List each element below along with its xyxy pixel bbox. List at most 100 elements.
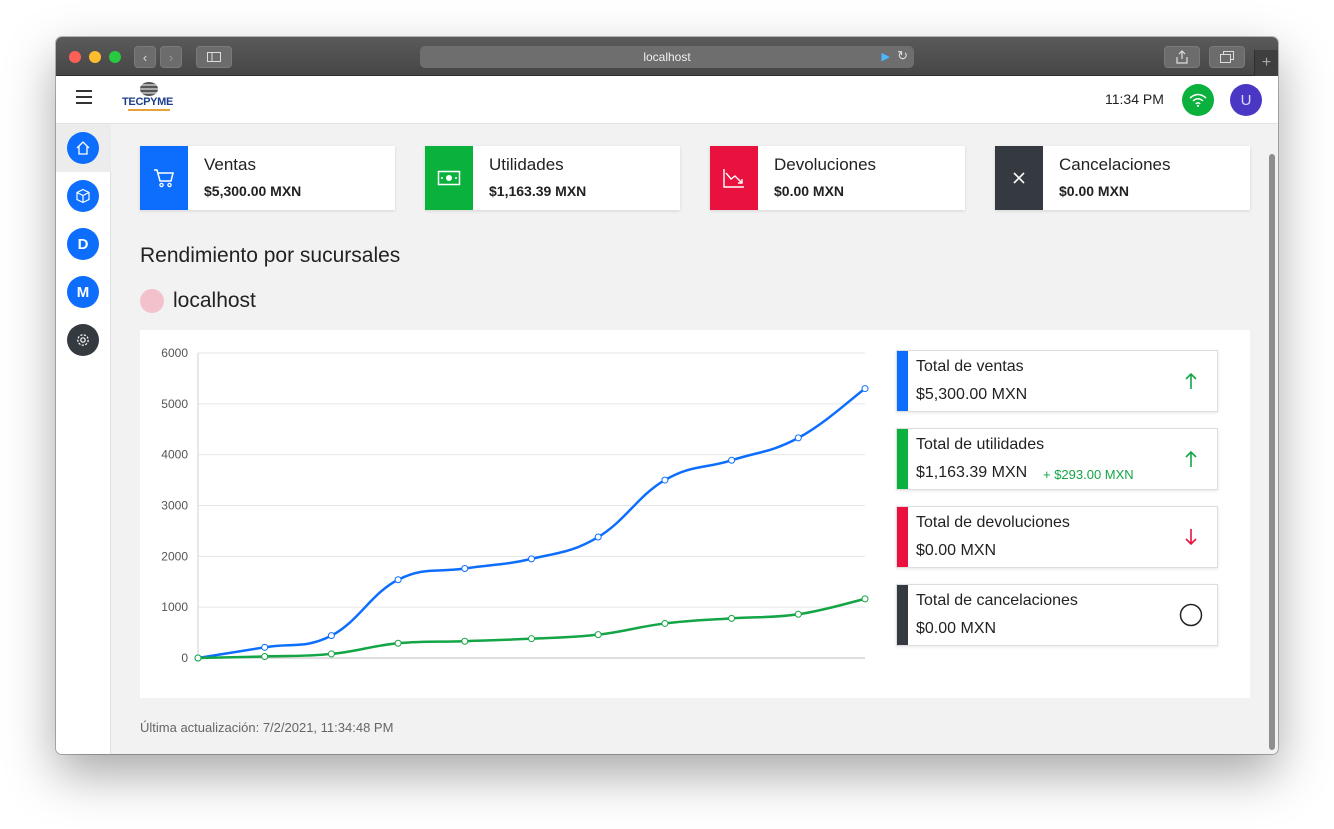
- stat-label: Cancelaciones: [1059, 155, 1171, 174]
- back-icon[interactable]: ‹: [134, 46, 156, 68]
- minimize-window-button[interactable]: [89, 51, 101, 63]
- total-card-label: Total de ventas: [916, 358, 1024, 375]
- cart-icon: [140, 146, 188, 210]
- sidebar-item-products[interactable]: [67, 180, 99, 212]
- total-card-color-bar: [897, 429, 908, 489]
- tabs-overview-icon[interactable]: [1209, 46, 1245, 68]
- zoom-window-button[interactable]: [109, 51, 121, 63]
- stat-card-devoluciones[interactable]: Devoluciones $0.00 MXN: [710, 146, 965, 210]
- total-card-ventas: Total de ventas $5,300.00 MXN: [896, 350, 1218, 412]
- data-point: [461, 565, 469, 573]
- box-icon: [76, 188, 90, 204]
- section-title: Rendimiento por sucursales: [140, 244, 401, 267]
- total-card-value: $0.00 MXN: [916, 542, 997, 559]
- arrow-up-icon: [1179, 369, 1203, 393]
- data-point: [861, 595, 869, 603]
- data-point: [528, 635, 535, 643]
- stat-value: $0.00 MXN: [774, 183, 845, 199]
- sidebar-nav: D M: [56, 124, 111, 754]
- cash-icon: [425, 146, 473, 210]
- total-card-label: Total de cancelaciones: [916, 592, 1078, 609]
- page-scrollbar[interactable]: [1266, 124, 1278, 754]
- y-tick-label: 5000: [161, 397, 188, 411]
- stat-value: $1,163.39 MXN: [489, 183, 587, 199]
- total-card-devoluciones: Total de devoluciones $0.00 MXN: [896, 506, 1218, 568]
- branch-header: localhost: [140, 287, 256, 315]
- browser-titlebar: ‹ › localhost ▶ ↻ +: [56, 37, 1278, 76]
- total-card-cancelaciones: Total de cancelaciones $0.00 MXN: [896, 584, 1218, 646]
- data-point: [327, 650, 335, 658]
- forward-icon[interactable]: ›: [160, 46, 182, 68]
- data-point: [861, 385, 869, 393]
- gear-icon: [77, 334, 89, 346]
- stat-card-utilidades[interactable]: Utilidades $1,163.39 MXN: [425, 146, 680, 210]
- y-tick-label: 2000: [161, 549, 188, 563]
- data-point: [594, 533, 602, 541]
- data-point: [661, 476, 669, 484]
- data-point: [394, 576, 402, 584]
- total-card-color-bar: [897, 585, 908, 645]
- data-point: [261, 643, 269, 651]
- speaker-icon[interactable]: ▶: [882, 50, 890, 63]
- data-point: [728, 614, 736, 622]
- total-card-label: Total de utilidades: [916, 436, 1045, 453]
- new-tab-icon[interactable]: +: [1254, 50, 1278, 76]
- total-card-utilidades: Total de utilidades $1,163.39 MXN + $293…: [896, 428, 1218, 490]
- data-point: [728, 456, 736, 464]
- data-point: [461, 637, 469, 645]
- total-card-value: $0.00 MXN: [916, 620, 997, 637]
- clock-text: 11:34 PM: [1105, 91, 1164, 107]
- data-point: [661, 619, 669, 627]
- share-icon[interactable]: [1164, 46, 1200, 68]
- sidebar-item-settings[interactable]: [67, 324, 99, 356]
- sales-line-chart: 0 1000 2000 3000 4000 5000 6000: [161, 346, 869, 665]
- branch-color-dot: [140, 289, 164, 313]
- stat-label: Utilidades: [489, 155, 564, 174]
- address-bar[interactable]: localhost ▶ ↻: [420, 46, 914, 68]
- y-tick-label: 4000: [161, 448, 188, 462]
- sidebar-item-d[interactable]: D: [67, 228, 99, 260]
- dashboard-main: Ventas $5,300.00 MXN Utilidades $1,163.3…: [112, 124, 1266, 754]
- total-card-color-bar: [897, 507, 908, 567]
- stat-value: $5,300.00 MXN: [204, 183, 302, 199]
- total-card-color-bar: [897, 351, 908, 411]
- data-point: [194, 654, 202, 662]
- data-point: [394, 639, 402, 647]
- arrow-down-icon: [1179, 525, 1203, 549]
- stat-card-ventas[interactable]: Ventas $5,300.00 MXN: [140, 146, 395, 210]
- y-tick-label: 0: [181, 651, 188, 665]
- wifi-icon[interactable]: [1182, 84, 1214, 116]
- y-tick-label: 3000: [161, 499, 188, 513]
- series-line-1: [197, 597, 866, 660]
- total-card-label: Total de devoluciones: [916, 514, 1070, 531]
- branch-name: localhost: [173, 289, 256, 312]
- stat-label: Devoluciones: [774, 155, 877, 174]
- sidebar-item-m[interactable]: M: [67, 276, 99, 308]
- arrow-up-icon: [1179, 447, 1203, 471]
- branch-panel: 0 1000 2000 3000 4000 5000 6000 Total de venta…: [140, 330, 1250, 698]
- total-card-value: $1,163.39 MXN: [916, 464, 1028, 481]
- data-point: [794, 610, 802, 618]
- reload-icon[interactable]: ↻: [897, 48, 908, 64]
- app-header: TECPYME 11:34 PM U: [56, 76, 1278, 124]
- y-tick-label: 6000: [161, 346, 188, 360]
- stat-card-cancelaciones[interactable]: Cancelaciones $0.00 MXN: [995, 146, 1250, 210]
- address-bar-url: localhost: [643, 50, 691, 64]
- x-icon: [995, 146, 1043, 210]
- data-point: [594, 631, 602, 639]
- stat-label: Ventas: [204, 155, 256, 174]
- sidebar-toggle-icon[interactable]: [196, 46, 232, 68]
- chart-down-icon: [710, 146, 758, 210]
- browser-window: ‹ › localhost ▶ ↻ + TECPYME 11:34 PM U D…: [56, 37, 1278, 754]
- data-point: [261, 652, 269, 660]
- stat-value: $0.00 MXN: [1059, 183, 1130, 199]
- close-window-button[interactable]: [69, 51, 81, 63]
- sidebar-item-home[interactable]: [67, 132, 99, 164]
- home-icon: [76, 141, 90, 155]
- total-card-value: $5,300.00 MXN: [916, 386, 1028, 403]
- menu-icon[interactable]: [76, 90, 92, 104]
- user-avatar[interactable]: U: [1230, 84, 1262, 116]
- tecpyme-logo: TECPYME: [122, 82, 178, 116]
- scrollbar-thumb[interactable]: [1269, 154, 1275, 750]
- y-tick-label: 1000: [161, 600, 188, 614]
